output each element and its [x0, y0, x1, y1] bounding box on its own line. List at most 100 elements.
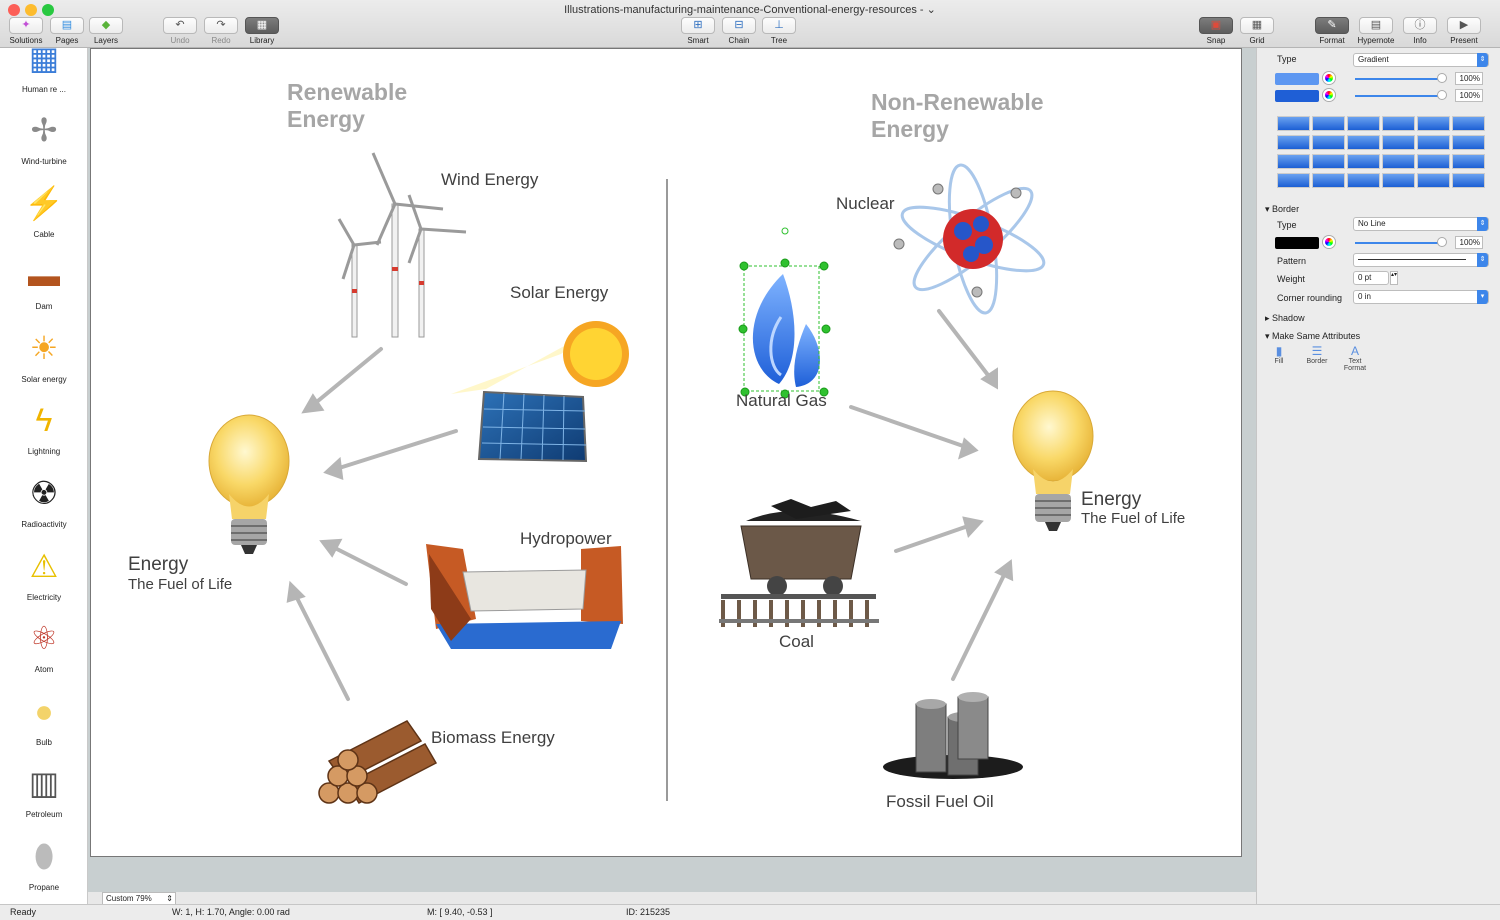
library-item-atom[interactable]: ⚛ Atom [0, 614, 87, 674]
present-button[interactable]: ▶ Present [1440, 17, 1488, 45]
gradient-preset[interactable] [1382, 154, 1415, 169]
library-item-bulb[interactable]: ● Bulb [0, 687, 87, 747]
border-section-header[interactable]: ▾ Border [1265, 204, 1299, 215]
color-picker-1-icon[interactable] [1323, 72, 1335, 84]
gradient-preset[interactable] [1277, 154, 1310, 169]
library-item-cable[interactable]: ⚡ Cable [0, 179, 87, 239]
natural-gas-label[interactable]: Natural Gas [736, 391, 827, 411]
grid-button[interactable]: ▦ Grid [1233, 17, 1281, 45]
gradient-preset[interactable] [1417, 116, 1450, 131]
fill-color-1-swatch[interactable] [1275, 73, 1319, 85]
gradient-preset[interactable] [1347, 135, 1380, 150]
make-same-fill-button[interactable]: ▮ Fill [1271, 344, 1287, 365]
canvas-area[interactable]: Renewable Energy Non-Renewable Energy Wind… [88, 48, 1256, 892]
library-item-dam[interactable]: ▬ Dam [0, 251, 87, 311]
fill-opacity-2-slider[interactable] [1355, 95, 1443, 97]
shadow-section-header[interactable]: ▸ Shadow [1265, 313, 1305, 324]
library-item-electricity[interactable]: ⚠ Electricity [0, 542, 87, 602]
tree-button[interactable]: ⊥ Tree [755, 17, 803, 45]
fuel-of-life-right-label[interactable]: The Fuel of Life [1081, 510, 1185, 527]
drawing-canvas[interactable]: Renewable Energy Non-Renewable Energy Wind… [90, 48, 1242, 857]
gradient-preset[interactable] [1312, 135, 1345, 150]
gradient-preset[interactable] [1347, 116, 1380, 131]
arrows [286, 309, 1014, 701]
gradient-preset[interactable] [1347, 154, 1380, 169]
color-picker-2-icon[interactable] [1323, 89, 1335, 101]
solar-energy-label[interactable]: Solar Energy [510, 283, 608, 303]
fuel-of-life-left-label[interactable]: The Fuel of Life [128, 576, 232, 593]
gradient-preset[interactable] [1382, 173, 1415, 188]
fill-opacity-2-knob[interactable] [1437, 90, 1447, 100]
gradient-preset[interactable] [1277, 135, 1310, 150]
library-item-propane[interactable]: ⬮ Propane [0, 832, 87, 892]
border-type-select[interactable]: No Line ⇕ [1353, 217, 1489, 231]
corner-rounding-label: Corner rounding [1277, 293, 1343, 303]
border-opacity-field[interactable]: 100% [1455, 236, 1483, 249]
biomass-energy-label[interactable]: Biomass Energy [431, 728, 555, 748]
nuclear-label[interactable]: Nuclear [836, 194, 895, 214]
corner-rounding-field[interactable]: 0 in ▾ [1353, 290, 1489, 304]
solutions-icon: ✦ [9, 17, 43, 34]
pattern-select[interactable]: ⇕ [1353, 253, 1489, 267]
gradient-preset[interactable] [1452, 135, 1485, 150]
gradient-preset[interactable] [1417, 173, 1450, 188]
gradient-preset[interactable] [1382, 135, 1415, 150]
gradient-preset[interactable] [1347, 173, 1380, 188]
pattern-label: Pattern [1277, 256, 1307, 266]
library-item-petroleum[interactable]: ▥ Petroleum [0, 759, 87, 819]
fill-type-select[interactable]: Gradient ⇕ [1353, 53, 1489, 67]
fill-opacity-2-field[interactable]: 100% [1455, 89, 1483, 102]
fill-color-2-swatch[interactable] [1275, 90, 1319, 102]
layers-button[interactable]: ◆ Layers [82, 17, 130, 45]
gradient-preset[interactable] [1417, 135, 1450, 150]
human-resources-icon: ▦ [28, 48, 60, 76]
format-button[interactable]: ✎ Format [1308, 17, 1356, 45]
gradient-preset[interactable] [1312, 173, 1345, 188]
info-button[interactable]: ⓘ Info [1396, 17, 1444, 45]
library-item-human-resources[interactable]: ▦ Human re ... [0, 48, 87, 94]
library-item-wind-turbine[interactable]: ✢ Wind-turbine [0, 106, 87, 166]
gradient-preset[interactable] [1452, 173, 1485, 188]
gradient-preset[interactable] [1382, 116, 1415, 131]
border-color-picker-icon[interactable] [1323, 236, 1335, 248]
hydropower-label[interactable]: Hydropower [520, 529, 612, 549]
gradient-preset[interactable] [1312, 154, 1345, 169]
cable-icon: ⚡ [24, 185, 64, 221]
library-item-radioactivity[interactable]: ☢ Radioactivity [0, 469, 87, 529]
make-same-text-format-button[interactable]: A Text Format [1341, 344, 1369, 372]
arrow-coal [894, 523, 973, 553]
library-item-lightning[interactable]: ϟ Lightning [0, 396, 87, 456]
hypernote-button[interactable]: ▤ Hypernote [1352, 17, 1400, 45]
renewable-heading[interactable]: Renewable Energy [287, 79, 407, 133]
wind-energy-label[interactable]: Wind Energy [441, 170, 538, 190]
gradient-preset[interactable] [1312, 116, 1345, 131]
fossil-fuel-oil-label[interactable]: Fossil Fuel Oil [886, 792, 994, 812]
wind-turbine-icon: ✢ [30, 112, 58, 148]
library-button[interactable]: ▦ Library [238, 17, 286, 45]
make-same-section-header[interactable]: ▾ Make Same Attributes [1265, 331, 1360, 342]
gradient-preset[interactable] [1452, 154, 1485, 169]
chain-icon: ⊟ [722, 17, 756, 34]
energy-left-label[interactable]: Energy [128, 554, 188, 576]
make-same-border-button[interactable]: ☰ Border [1303, 344, 1331, 365]
coal-label[interactable]: Coal [779, 632, 814, 652]
fill-opacity-1-slider[interactable] [1355, 78, 1443, 80]
solar-energy-illustration [451, 321, 629, 463]
library-item-solar-energy[interactable]: ☀ Solar energy [0, 324, 87, 384]
border-opacity-knob[interactable] [1437, 237, 1447, 247]
gradient-preset[interactable] [1277, 173, 1310, 188]
nonrenewable-heading[interactable]: Non-Renewable Energy [871, 89, 1044, 143]
energy-right-label[interactable]: Energy [1081, 489, 1141, 511]
border-color-swatch[interactable] [1275, 237, 1319, 249]
grid-icon: ▦ [1240, 17, 1274, 34]
weight-stepper[interactable]: ▴▾ [1390, 271, 1398, 285]
weight-field[interactable]: 0 pt [1353, 271, 1389, 285]
gradient-preset[interactable] [1277, 116, 1310, 131]
chevron-down-icon[interactable]: ⌄ [927, 4, 936, 16]
gradient-preset[interactable] [1417, 154, 1450, 169]
gradient-preset[interactable] [1452, 116, 1485, 131]
fill-opacity-1-knob[interactable] [1437, 73, 1447, 83]
fill-opacity-1-field[interactable]: 100% [1455, 72, 1483, 85]
arrow-biomass-head [286, 580, 306, 603]
border-opacity-slider[interactable] [1355, 242, 1443, 244]
